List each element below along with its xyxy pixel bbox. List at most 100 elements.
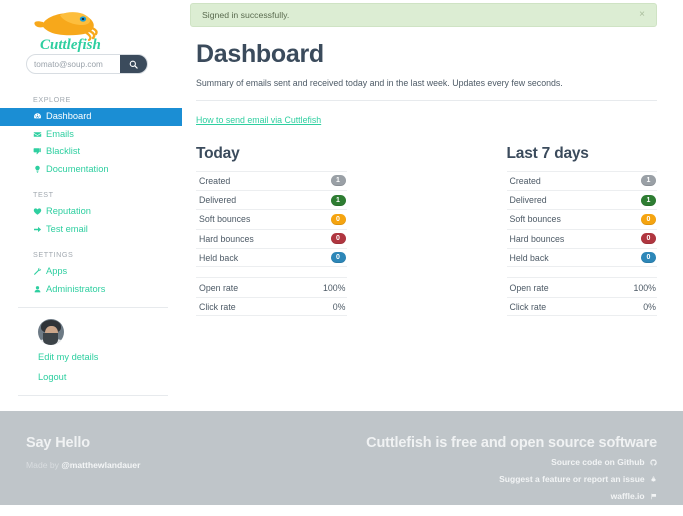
envelope-icon [33,130,46,139]
footer-made-by: Made by @matthewlandauer [26,460,140,470]
avatar[interactable] [38,319,64,345]
rate-label: Open rate [199,283,238,293]
user-icon [33,285,46,294]
sidebar-item-administrators[interactable]: Administrators [0,281,182,299]
status-badge: 0 [641,214,656,225]
table-row: Held back 0 [507,248,658,267]
footer-link-waffle[interactable]: waffle.io [366,491,657,502]
nav-section-label-test: TEST [33,190,182,199]
footer-left: Say Hello Made by @matthewlandauer [26,435,140,505]
sidebar-divider-bottom [18,395,168,396]
footer-right: Cuttlefish is free and open source softw… [366,435,657,505]
footer: Say Hello Made by @matthewlandauer Cuttl… [0,411,683,505]
table-row: Open rate 100% [507,277,658,296]
footer-link-source-code[interactable]: Source code on Github [366,457,657,468]
table-row: Delivered 1 [196,190,347,209]
table-row: Hard bounces 0 [507,229,658,248]
heart-icon [33,207,46,216]
sidebar-item-reputation[interactable]: Reputation [0,203,182,221]
sidebar-item-test-email[interactable]: Test email [0,221,182,239]
status-badge: 0 [331,252,346,263]
how-to-send-email-link[interactable]: How to send email via Cuttlefish [196,115,321,125]
search-input[interactable] [27,55,120,73]
flash-message-text: Signed in successfully. [202,10,637,20]
rate-value: 0% [333,302,346,312]
status-badge: 0 [641,252,656,263]
table-row: Held back 0 [196,248,347,267]
footer-link-label: Source code on Github [551,457,645,467]
search-icon [129,60,138,69]
panel-title: Today [196,145,347,163]
rate-value: 100% [634,283,657,293]
footer-link-suggest-feature[interactable]: Suggest a feature or report an issue [366,474,657,485]
sidebar-item-label: Dashboard [46,112,91,121]
sidebar-item-label: Apps [46,267,67,276]
thumbs-down-icon [33,147,46,156]
stats-table: Created 1 Delivered 1 Soft bounces 0 Har… [507,171,658,268]
stat-label: Created [199,176,230,186]
stat-label: Delivered [199,195,236,205]
sidebar-item-label: Administrators [46,285,105,294]
github-icon [650,458,657,468]
sidebar-item-dashboard[interactable]: Dashboard [0,108,182,126]
table-row: Hard bounces 0 [196,229,347,248]
sidebar-item-label: Test email [46,225,88,234]
search-button[interactable] [120,55,147,73]
sidebar-item-emails[interactable]: Emails [0,126,182,144]
stats-panel-today: Today Created 1 Delivered 1 Soft bounces… [196,145,347,317]
edit-my-details-link[interactable]: Edit my details [38,352,182,362]
sidebar-item-label: Emails [46,130,74,139]
status-badge: 0 [331,214,346,225]
nav-section-label-settings: SETTINGS [33,250,182,259]
status-badge: 1 [331,195,346,206]
status-badge: 1 [331,175,346,186]
footer-headline: Cuttlefish is free and open source softw… [366,435,657,451]
header-divider [196,100,657,101]
footer-made-by-prefix: Made by [26,460,61,470]
avatar-beard [43,333,58,345]
svg-text:Cuttlefish: Cuttlefish [40,37,101,52]
search-box[interactable] [26,54,148,74]
table-row: Click rate 0% [196,297,347,316]
page-title: Dashboard [196,41,657,69]
flag-icon [650,492,657,502]
sidebar-item-label: Reputation [46,207,91,216]
status-badge: 1 [641,175,656,186]
footer-made-by-handle[interactable]: @matthewlandauer [61,460,140,470]
table-row: Delivered 1 [507,190,658,209]
sidebar-divider [18,307,168,308]
stats-panel-last-7-days: Last 7 days Created 1 Delivered 1 Soft b… [507,145,658,317]
rate-value: 0% [643,302,656,312]
sidebar-item-documentation[interactable]: Documentation [0,161,182,179]
logout-link[interactable]: Logout [38,372,182,382]
stat-label: Soft bounces [510,214,561,224]
stat-label: Hard bounces [199,234,254,244]
rate-label: Click rate [199,302,236,312]
rates-table: Open rate 100% Click rate 0% [507,277,658,316]
brand-logo[interactable]: Cuttlefish [0,0,182,50]
rates-table: Open rate 100% Click rate 0% [196,277,347,316]
stat-label: Soft bounces [199,214,250,224]
table-row: Created 1 [507,171,658,190]
rate-label: Open rate [510,283,549,293]
page-subtitle: Summary of emails sent and received toda… [196,78,657,88]
rate-value: 100% [323,283,346,293]
page-bottom-strip [0,505,683,516]
cuttlefish-logo-icon: Cuttlefish [26,8,130,52]
arrow-right-icon [33,225,46,234]
stat-label: Hard bounces [510,234,565,244]
status-badge: 0 [641,233,656,244]
sidebar-item-apps[interactable]: Apps [0,263,182,281]
stat-label: Held back [199,253,238,263]
sidebar-item-blacklist[interactable]: Blacklist [0,143,182,161]
bug-icon [650,475,657,485]
table-row: Open rate 100% [196,277,347,296]
main-content: Signed in successfully. × Dashboard Summ… [182,0,683,316]
status-badge: 0 [331,233,346,244]
sidebar-item-label: Documentation [46,165,109,174]
nav-section-label-explore: EXPLORE [33,95,182,104]
sidebar: Cuttlefish EXPLORE Dashboard [0,0,182,406]
footer-link-label: waffle.io [611,491,645,501]
close-icon[interactable]: × [637,10,647,20]
stat-label: Held back [510,253,549,263]
